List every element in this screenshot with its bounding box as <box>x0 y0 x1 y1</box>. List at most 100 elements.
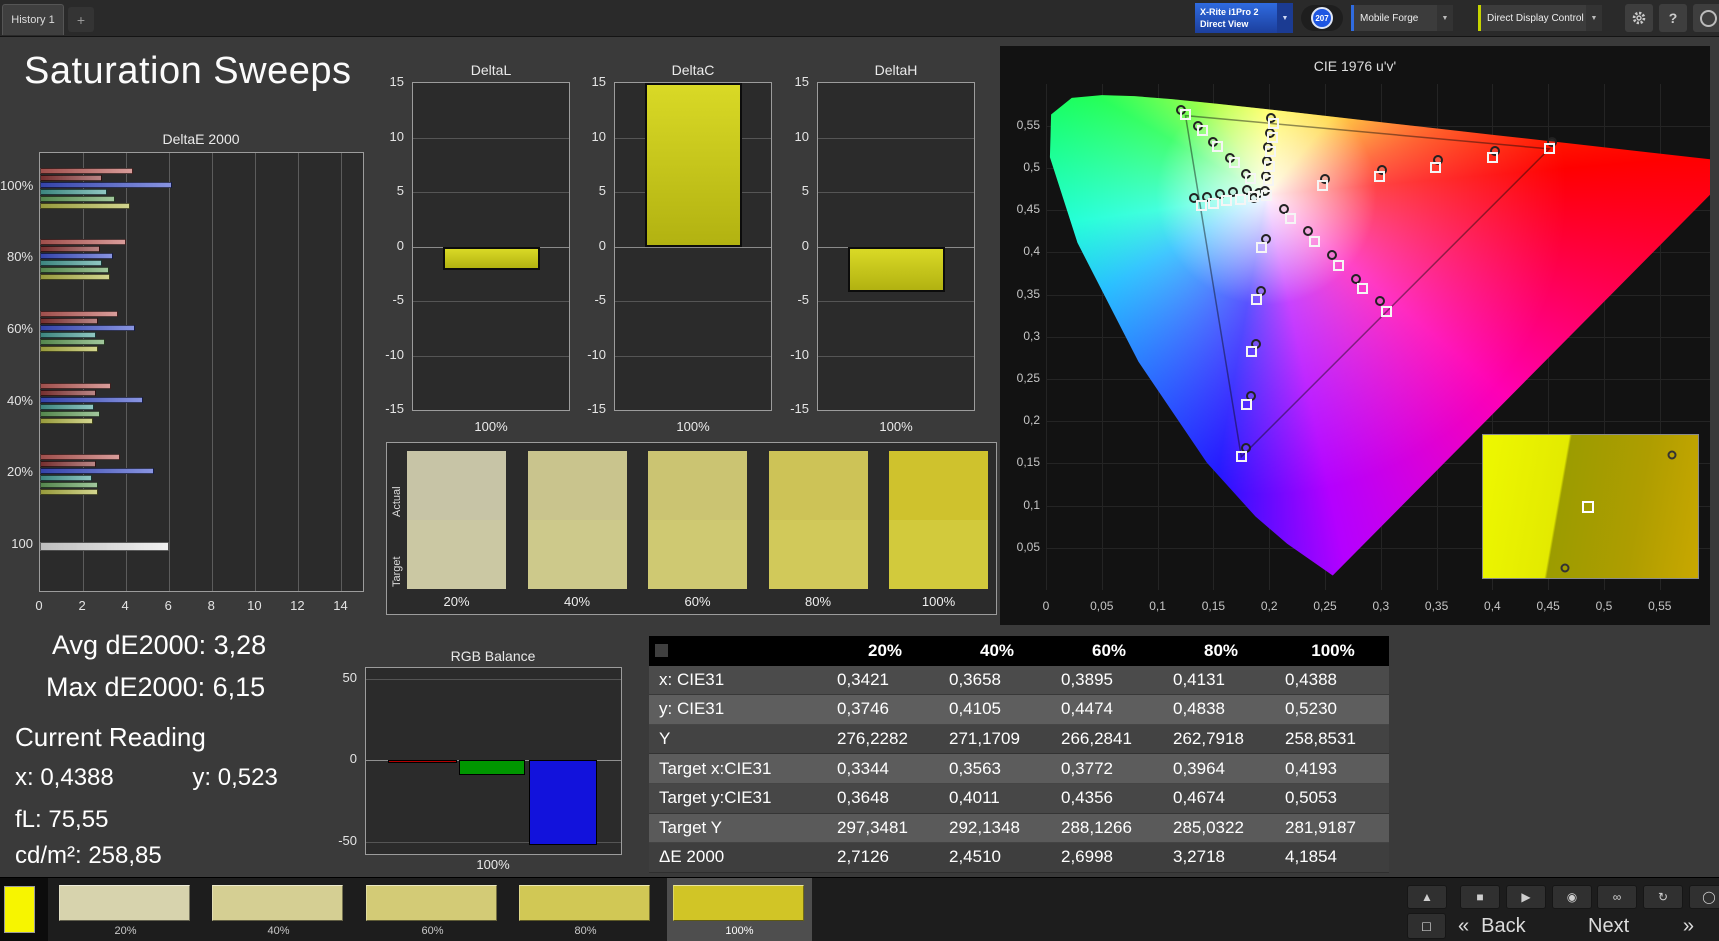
current-patch-color <box>4 886 35 933</box>
partial-toolbar-button[interactable] <box>1693 4 1719 32</box>
patch-swatch <box>366 885 497 921</box>
loop-icon: ∞ <box>1612 890 1622 904</box>
axis-tick-label: 0,4 <box>1023 244 1040 259</box>
patch-tile-60%[interactable]: 60% <box>360 878 505 941</box>
next-chevron-icon: » <box>1682 914 1694 937</box>
new-tab-button[interactable]: + <box>68 7 94 32</box>
patch-tile-100%[interactable]: 100% <box>667 878 812 941</box>
deltae-bar <box>40 195 116 202</box>
target-square <box>1429 161 1441 173</box>
deltae-bar <box>40 202 131 209</box>
axis-tick-label: 100 <box>11 536 33 551</box>
next-button[interactable]: Next » <box>1582 911 1700 941</box>
swatch-label: 80% <box>804 594 832 609</box>
cell-value: 0,4131 <box>1165 665 1277 696</box>
delta-bar <box>442 246 540 271</box>
swatch-label: 40% <box>563 594 591 609</box>
target-square <box>1543 143 1555 155</box>
stop-measure-button[interactable]: □ <box>1407 913 1446 939</box>
target-square <box>1263 160 1275 172</box>
actual-swatch <box>648 451 747 520</box>
current-patch-tile <box>0 878 48 941</box>
chevron-down-icon[interactable]: ▼ <box>1437 5 1453 31</box>
meter-selector[interactable]: X-Rite i1Pro 2 Direct View <box>1195 3 1277 33</box>
patch-tile-40%[interactable]: 40% <box>206 878 351 941</box>
patch-label: 40% <box>267 925 290 937</box>
patch-tile-20%[interactable]: 20% <box>53 878 198 941</box>
axis-tick-label: 0 <box>801 237 809 253</box>
settings-button[interactable] <box>1625 4 1653 32</box>
top-bar: History 1 + X-Rite i1Pro 2 Direct View ▼… <box>0 0 1719 37</box>
grid-line <box>413 355 569 357</box>
axis-tick-label: 0,35 <box>1424 599 1449 613</box>
page-title: Saturation Sweeps <box>24 50 352 92</box>
cell-value: 0,5053 <box>1277 783 1389 814</box>
axis-tick-label: 10 <box>247 598 262 613</box>
deltae-bar <box>40 331 96 338</box>
target-square <box>1268 117 1280 129</box>
record-button[interactable]: ◉ <box>1552 885 1592 909</box>
current-reading-heading: Current Reading <box>15 722 206 752</box>
rgb-balance-chart-title: RGB Balance <box>450 648 536 664</box>
axis-tick-label: 0 <box>349 751 357 766</box>
target-square <box>1235 451 1247 463</box>
axis-tick-label: 15 <box>794 74 809 89</box>
gear-icon <box>1632 11 1646 25</box>
play-button[interactable]: ▶ <box>1506 885 1546 909</box>
target-swatch <box>648 520 747 589</box>
patch-tile-80%[interactable]: 80% <box>513 878 658 941</box>
patch-swatch <box>59 885 190 921</box>
deltac-y-axis: 15 10 5 0 -5 -10 -15 <box>574 74 610 416</box>
refresh-button[interactable]: ↻ <box>1643 885 1683 909</box>
deltah-chart <box>817 82 975 411</box>
cell-value: 0,4474 <box>1053 695 1165 725</box>
actual-swatch <box>768 451 868 520</box>
rgb-balance-y-axis: 50 0 -50 <box>321 667 361 855</box>
partial-button[interactable]: ◯ <box>1689 885 1719 909</box>
saturation-data-table: 20% 40% 60% 80% 100% x: CIE31 0,3421 0,3658 0,38… <box>649 636 1389 873</box>
current-cdm2-value: cd/m²: 258,85 <box>15 842 162 869</box>
axis-tick-label: 2 <box>78 598 86 613</box>
inset-measured-circle <box>1560 563 1570 573</box>
chevron-down-icon[interactable]: ▼ <box>1277 3 1293 33</box>
row-label: Y <box>649 724 829 755</box>
axis-tick-label: 0,4 <box>1484 599 1501 613</box>
eject-button[interactable]: ▲ <box>1407 885 1447 909</box>
axis-tick-label: 15 <box>591 74 606 89</box>
chevron-down-icon[interactable]: ▼ <box>1586 5 1602 31</box>
help-button[interactable]: ? <box>1659 4 1687 32</box>
axis-tick-label: -15 <box>587 401 606 416</box>
display-control-selector[interactable]: Direct Display Control <box>1478 5 1586 31</box>
row-label: ΔE 2000 <box>649 843 829 873</box>
target-swatch <box>407 520 506 589</box>
back-button[interactable]: « Back <box>1452 911 1572 941</box>
current-xy-values: x: 0,4388 y: 0,523 <box>15 764 278 792</box>
tab-history-1[interactable]: History 1 <box>2 4 64 35</box>
column-header: 100% <box>1277 636 1389 666</box>
stop-button[interactable]: ■ <box>1460 885 1500 909</box>
loop-button[interactable]: ∞ <box>1597 885 1637 909</box>
row-label: Target Y <box>649 813 829 844</box>
blue-balance-bar <box>529 760 597 845</box>
cie-y-axis: 0,05 0,1 0,15 0,2 0,25 0,3 0,35 0,4 0,45 0,5 0,55 <box>1000 46 1044 625</box>
axis-tick-label: 0,3 <box>1372 599 1390 613</box>
axis-tick-label: 0,3 <box>1023 328 1040 343</box>
swatch-label: 20% <box>443 594 470 609</box>
deltah-y-axis: 15 10 5 0 -5 -10 -15 <box>777 74 813 416</box>
current-x-value: x: 0,4388 <box>15 764 114 791</box>
deltae-bar <box>40 453 120 460</box>
refresh-icon: ↻ <box>1657 890 1669 904</box>
meter-selector-line1: X-Rite i1Pro 2 <box>1200 7 1259 17</box>
deltae-bar <box>40 481 99 488</box>
grid-line <box>298 153 300 591</box>
cell-value: 3,2718 <box>1165 843 1277 873</box>
source-selector[interactable]: Mobile Forge <box>1351 5 1437 31</box>
deltae-bar <box>40 345 99 352</box>
circle-icon <box>1699 9 1717 27</box>
row-label: Target x:CIE31 <box>649 754 829 784</box>
actual-row-label: Actual <box>391 486 403 517</box>
axis-tick-label: 0,2 <box>1260 599 1278 613</box>
deltae-bar <box>40 403 94 410</box>
patch-label: 100% <box>725 925 754 937</box>
target-square <box>1261 189 1273 201</box>
